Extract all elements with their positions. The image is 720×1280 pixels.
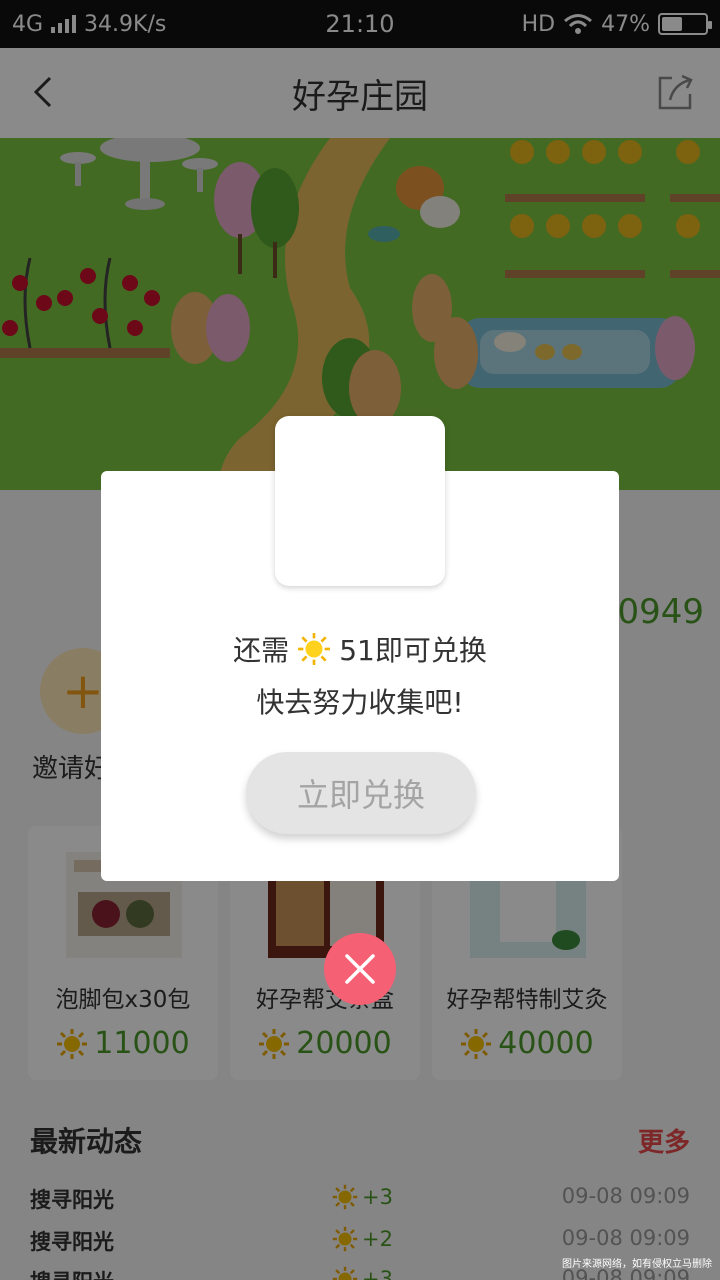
dialog-submessage: 快去努力收集吧! — [256, 686, 464, 719]
product-thumbnail — [275, 416, 445, 586]
dialog-message: 还需 51即可兑换 — [101, 629, 619, 669]
close-icon[interactable] — [324, 933, 396, 1005]
message-prefix: 还需 — [233, 634, 290, 667]
sun-icon — [298, 633, 331, 665]
message-suffix: 51即可兑换 — [339, 634, 487, 667]
watermark: 图片来源网络，如有侵权立马删除 — [562, 1259, 712, 1270]
exchange-button[interactable]: 立即兑换 — [246, 752, 476, 834]
